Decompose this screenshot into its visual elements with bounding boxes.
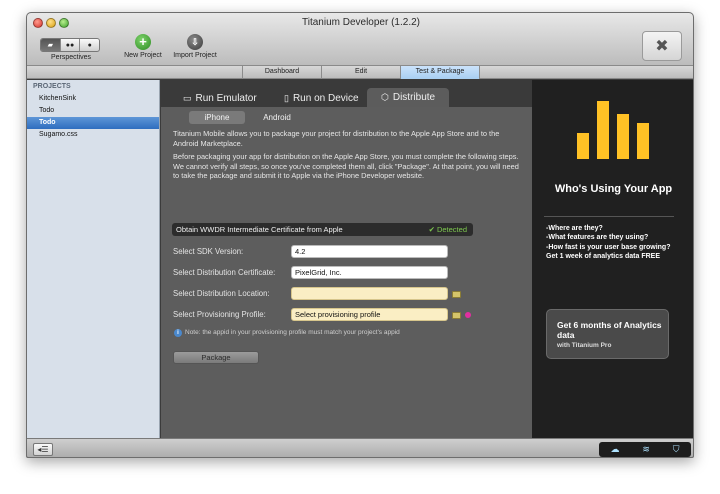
provisioning-profile-label: Select Provisioning Profile: xyxy=(173,310,266,319)
cert-status-label: Detected xyxy=(436,225,467,234)
steps-text: Before packaging your app for distributi… xyxy=(173,152,519,181)
cert-detected-status: ✔ Detected xyxy=(429,223,467,236)
ad-divider xyxy=(544,216,674,217)
bar-4 xyxy=(637,123,649,159)
import-project-button[interactable]: ⇩ Import Project xyxy=(170,34,220,59)
window-title: Titanium Developer (1.2.2) xyxy=(301,17,420,28)
ad-bullets: -Where are they? -What features are they… xyxy=(546,224,686,261)
analytics-bars-icon xyxy=(577,101,649,159)
tab-run-emulator[interactable]: ▭ Run Emulator xyxy=(183,90,257,107)
ad-bullet: -How fast is your user base growing? xyxy=(546,243,671,251)
titanium-logo-icon[interactable]: ✖ xyxy=(642,31,682,61)
ad-bullet: -Where are they? xyxy=(546,225,603,232)
ad-bullet: -What features are they using? xyxy=(546,234,649,242)
run-emulator-label: Run Emulator xyxy=(195,93,257,104)
sidebar-item-kitchensink[interactable]: KitchenSink xyxy=(27,93,159,105)
dist-location-label: Select Distribution Location: xyxy=(173,289,270,298)
wwdr-cert-step: Obtain WWDR Intermediate Certificate fro… xyxy=(172,223,473,236)
app-window: Titanium Developer (1.2.2) ▰ ●● ● Perspe… xyxy=(26,12,694,458)
package-button[interactable]: Package xyxy=(173,351,259,364)
intro-text: Titanium Mobile allows you to package yo… xyxy=(173,129,500,148)
run-on-device-label: Run on Device xyxy=(292,93,359,104)
ad-bullet: Get 1 week of analytics data FREE xyxy=(546,252,660,260)
import-project-label: Import Project xyxy=(173,52,217,59)
tab-dashboard[interactable]: Dashboard xyxy=(242,66,322,79)
sidebar-item-todo-selected[interactable]: Todo xyxy=(27,117,159,129)
distribute-label: Distribute xyxy=(392,92,436,103)
ad-title: Who's Using Your App xyxy=(554,183,673,195)
shield-icon[interactable]: ⛉ xyxy=(673,444,680,455)
person-icon[interactable]: ● xyxy=(80,39,99,51)
analytics-ad-panel[interactable]: Who's Using Your App -Where are they? -W… xyxy=(532,80,693,438)
tab-test-package[interactable]: Test & Package xyxy=(400,66,480,79)
folder-icon[interactable] xyxy=(452,291,461,298)
dist-cert-label: Select Distribution Certificate: xyxy=(173,268,276,277)
upsell-title: Get 6 months of Analytics data xyxy=(557,320,662,340)
group-icon[interactable]: ●● xyxy=(61,39,81,51)
sdk-version-label: Select SDK Version: xyxy=(173,247,244,256)
tab-edit[interactable]: Edit xyxy=(321,66,401,79)
sidebar-toggle-icon[interactable]: ◂☰ xyxy=(33,443,53,456)
status-bar: ◂☰ ☁ ≋ ⛉ xyxy=(27,438,693,457)
bar-2 xyxy=(597,101,609,159)
new-project-label: New Project xyxy=(124,52,162,59)
box-icon: ⬡ xyxy=(381,92,389,102)
info-icon: i xyxy=(174,329,182,337)
checkmark-icon: ✔ xyxy=(428,225,437,234)
bar-3 xyxy=(617,114,629,159)
main-tab-bar: Dashboard Edit Test & Package xyxy=(27,66,693,79)
sub-tab-bar: ▭ Run Emulator ▯ Run on Device ⬡ Distribute xyxy=(161,86,532,107)
main-panel: ▭ Run Emulator ▯ Run on Device ⬡ Distribute… xyxy=(161,80,532,438)
clear-icon[interactable] xyxy=(465,312,471,318)
sidebar-item-sugamo[interactable]: Sugamo.css xyxy=(27,129,159,141)
status-icons: ☁ ≋ ⛉ xyxy=(599,442,691,457)
platform-tab-iphone[interactable]: iPhone xyxy=(189,111,245,124)
appid-note: i Note: the appid in your provisioning pr… xyxy=(174,329,400,337)
briefcase-icon[interactable]: ▰ xyxy=(41,39,61,51)
bar-1 xyxy=(577,133,589,159)
appid-note-text: Note: the appid in your provisioning pro… xyxy=(185,329,400,336)
toolbar: Titanium Developer (1.2.2) ▰ ●● ● Perspe… xyxy=(27,13,693,66)
tab-distribute[interactable]: ⬡ Distribute xyxy=(367,88,450,107)
upsell-subtitle: with Titanium Pro xyxy=(557,342,612,349)
projects-sidebar: PROJECTS KitchenSink Todo Todo Sugamo.cs… xyxy=(27,80,160,438)
cloud-icon[interactable]: ☁ xyxy=(610,444,619,455)
monitor-icon: ▭ xyxy=(183,93,192,103)
provisioning-profile-field[interactable]: Select provisioning profile xyxy=(291,308,448,321)
analytics-upsell-box[interactable]: Get 6 months of Analytics data with Tita… xyxy=(546,309,669,359)
phone-icon: ▯ xyxy=(284,93,289,103)
wifi-icon[interactable]: ≋ xyxy=(642,444,650,455)
dist-location-field[interactable] xyxy=(291,287,448,300)
wwdr-cert-label: Obtain WWDR Intermediate Certificate fro… xyxy=(176,225,343,234)
sidebar-item-todo[interactable]: Todo xyxy=(27,105,159,117)
perspectives-switcher[interactable]: ▰ ●● ● xyxy=(40,38,100,52)
tab-run-on-device[interactable]: ▯ Run on Device xyxy=(284,90,359,107)
import-icon: ⇩ xyxy=(187,34,203,50)
perspectives-label: Perspectives xyxy=(50,54,92,61)
projects-header: PROJECTS xyxy=(33,83,71,90)
plus-icon: + xyxy=(135,34,151,50)
platform-tab-android[interactable]: Android xyxy=(249,111,305,124)
new-project-button[interactable]: + New Project xyxy=(118,34,168,59)
distribute-content: iPhone Android Titanium Mobile allows yo… xyxy=(161,107,532,438)
folder-icon[interactable] xyxy=(452,312,461,319)
dist-cert-field[interactable]: PixelGrid, Inc. xyxy=(291,266,448,279)
sdk-version-field[interactable]: 4.2 xyxy=(291,245,448,258)
